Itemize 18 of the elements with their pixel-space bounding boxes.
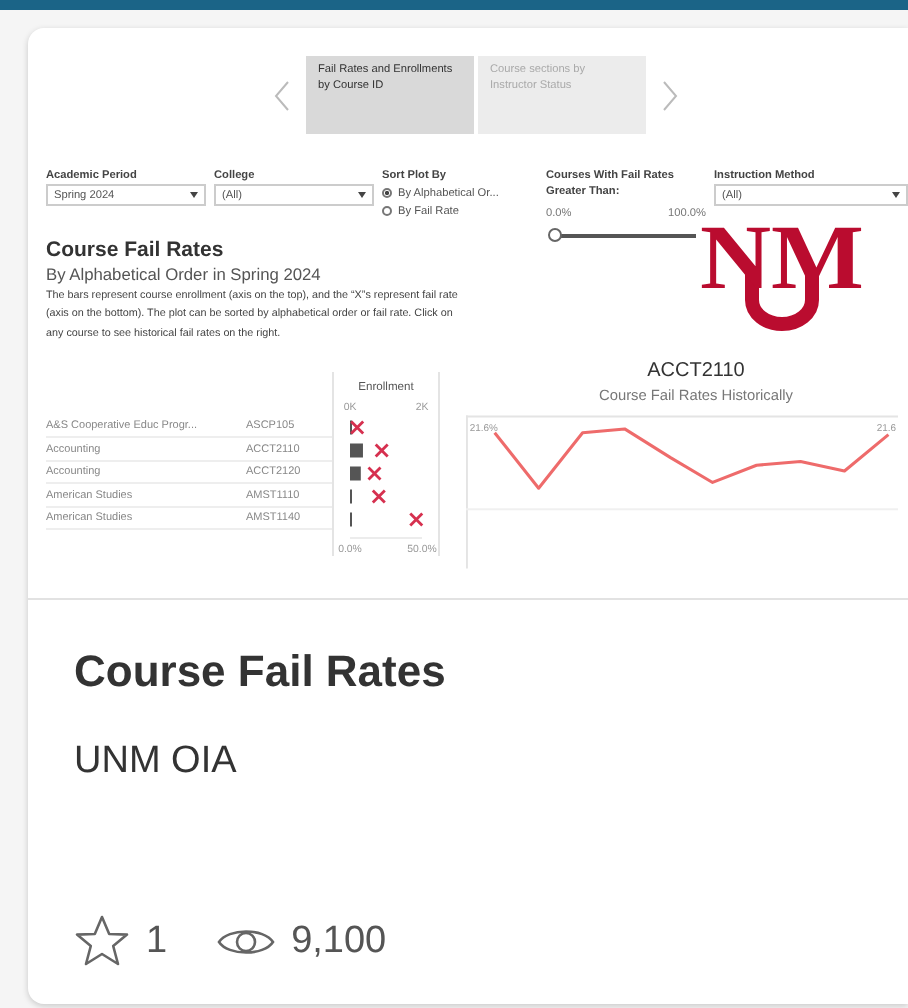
caret-icon bbox=[892, 192, 900, 198]
dashboard-subheading: By Alphabetical Order in Spring 2024 bbox=[46, 264, 323, 286]
fail-rate-mark bbox=[371, 489, 386, 504]
fail-rate-mark bbox=[374, 443, 389, 458]
star-icon[interactable] bbox=[74, 914, 130, 968]
caret-icon bbox=[358, 192, 366, 198]
author-name[interactable]: UNM OIA bbox=[74, 738, 908, 786]
view-count: 9,100 bbox=[291, 919, 387, 963]
fail-rate-mark bbox=[350, 420, 365, 435]
chart-title: ACCT2110 bbox=[645, 359, 747, 384]
fail-rate-mark bbox=[367, 466, 382, 481]
caret-icon bbox=[190, 192, 198, 198]
dashboard-heading: Course Fail Rates bbox=[46, 238, 226, 264]
enrollment-bar bbox=[350, 443, 363, 458]
fail-rate-mark bbox=[409, 512, 424, 527]
enrollment-bar bbox=[350, 466, 361, 481]
favorite-count: 1 bbox=[146, 919, 168, 963]
workbook-title[interactable]: Course Fail Rates bbox=[74, 644, 908, 700]
